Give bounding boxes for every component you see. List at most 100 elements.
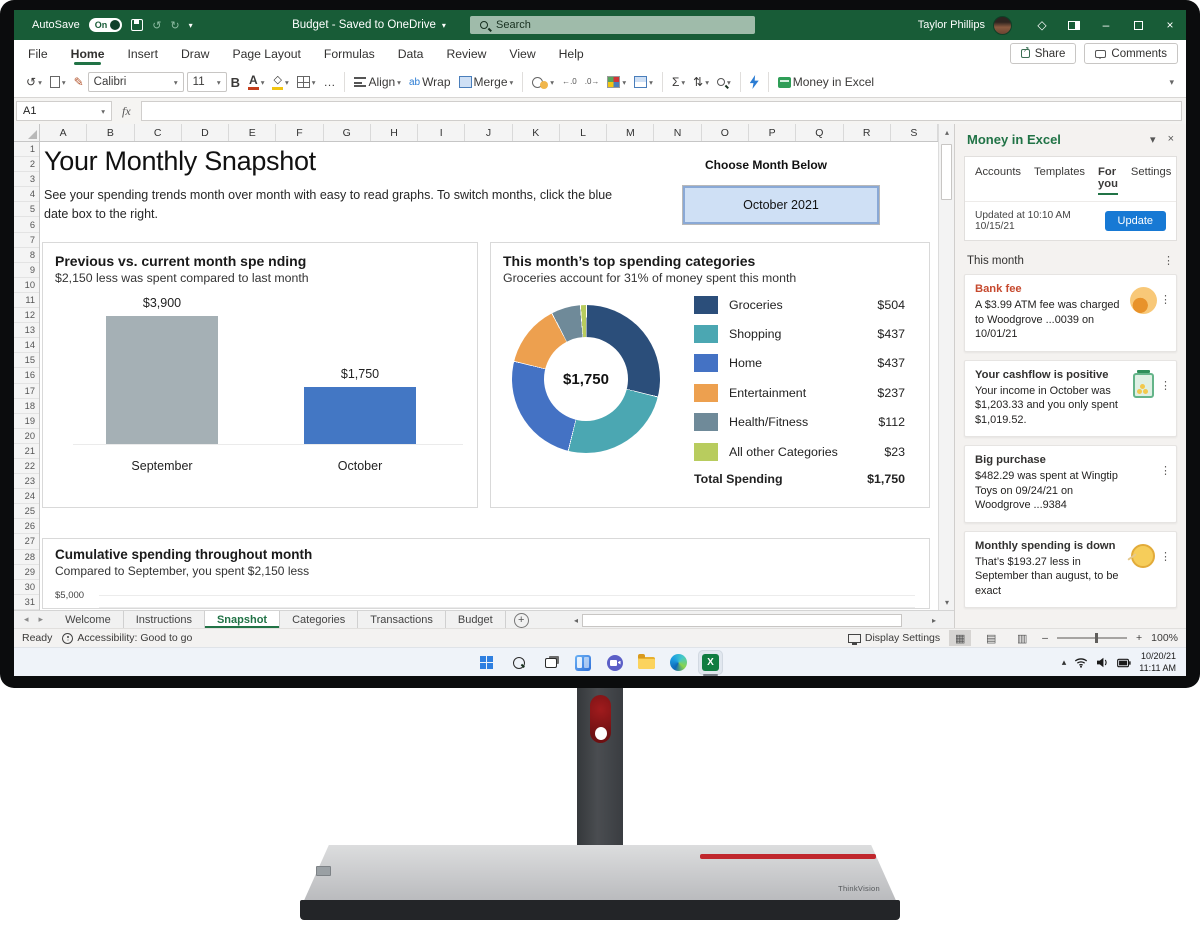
legend-item[interactable]: Home$437 xyxy=(694,349,905,378)
widgets-button[interactable] xyxy=(570,650,595,675)
autosum-button[interactable]: Σ▾ xyxy=(668,69,689,95)
row-header-12[interactable]: 12 xyxy=(14,308,39,323)
start-button[interactable] xyxy=(474,650,499,675)
format-as-table-button[interactable]: ▾ xyxy=(630,69,657,95)
row-header-24[interactable]: 24 xyxy=(14,489,39,504)
restore-button[interactable] xyxy=(1122,10,1154,40)
insight-card[interactable]: Your cashflow is positiveYour income in … xyxy=(964,360,1177,438)
horizontal-scroll-track[interactable] xyxy=(580,614,930,627)
column-header-M[interactable]: M xyxy=(607,124,654,141)
zoom-slider[interactable] xyxy=(1057,637,1127,639)
row-header-20[interactable]: 20 xyxy=(14,429,39,444)
row-header-30[interactable]: 30 xyxy=(14,580,39,595)
row-header-31[interactable]: 31 xyxy=(14,595,39,610)
row-header-17[interactable]: 17 xyxy=(14,384,39,399)
scroll-down-icon[interactable]: ▾ xyxy=(939,594,955,610)
column-header-N[interactable]: N xyxy=(654,124,701,141)
kebab-menu-icon[interactable]: ⋮ xyxy=(1160,283,1171,306)
edge-button[interactable] xyxy=(666,650,691,675)
tab-help[interactable]: Help xyxy=(559,40,584,67)
column-header-F[interactable]: F xyxy=(276,124,323,141)
tab-insert[interactable]: Insert xyxy=(128,40,158,67)
formula-input[interactable] xyxy=(141,101,1182,121)
kebab-menu-icon[interactable]: ⋮ xyxy=(1160,540,1171,563)
column-header-O[interactable]: O xyxy=(702,124,749,141)
row-header-19[interactable]: 19 xyxy=(14,414,39,429)
row-header-21[interactable]: 21 xyxy=(14,444,39,459)
save-icon[interactable] xyxy=(131,19,143,31)
more-formatting-icon[interactable]: … xyxy=(319,69,339,95)
row-header-13[interactable]: 13 xyxy=(14,323,39,338)
user-name[interactable]: Taylor Phillips xyxy=(918,19,985,31)
next-sheet-icon[interactable]: ▸ xyxy=(39,614,44,625)
avatar[interactable] xyxy=(993,16,1012,35)
horizontal-scroll-thumb[interactable] xyxy=(582,614,902,627)
undo-button[interactable]: ↺▾ xyxy=(22,69,46,95)
zoom-in-button[interactable]: + xyxy=(1136,632,1142,644)
sort-filter-button[interactable]: ⇅▾ xyxy=(689,69,713,95)
kebab-menu-icon[interactable]: ⋮ xyxy=(1160,454,1171,477)
row-header-15[interactable]: 15 xyxy=(14,353,39,368)
row-header-16[interactable]: 16 xyxy=(14,368,39,383)
panel-collapse-icon[interactable]: ▾ xyxy=(1150,133,1156,146)
decrease-decimal-icon[interactable]: .0→ xyxy=(581,69,604,95)
row-header-5[interactable]: 5 xyxy=(14,202,39,217)
minimize-button[interactable]: – xyxy=(1090,10,1122,40)
close-button[interactable]: × xyxy=(1154,10,1186,40)
tab-draw[interactable]: Draw xyxy=(181,40,209,67)
comments-button[interactable]: Comments xyxy=(1084,43,1178,64)
share-button[interactable]: Share xyxy=(1010,43,1077,64)
sheet-tab-welcome[interactable]: Welcome xyxy=(53,611,124,628)
column-header-B[interactable]: B xyxy=(87,124,134,141)
display-settings-button[interactable]: Display Settings xyxy=(848,632,940,644)
ribbon-display-options-icon[interactable] xyxy=(1058,10,1090,40)
legend-item[interactable]: All other Categories$23 xyxy=(694,437,905,466)
row-header-26[interactable]: 26 xyxy=(14,519,39,534)
column-header-D[interactable]: D xyxy=(182,124,229,141)
customize-toolbar-icon[interactable]: ▾ xyxy=(189,21,193,30)
panel-tab-templates[interactable]: Templates xyxy=(1034,166,1085,194)
column-header-H[interactable]: H xyxy=(371,124,418,141)
normal-view-button[interactable]: ▦ xyxy=(949,630,971,646)
merge-button[interactable]: Merge▾ xyxy=(455,69,518,95)
row-header-2[interactable]: 2 xyxy=(14,157,39,172)
autosave-toggle[interactable]: On xyxy=(89,18,123,32)
column-header-Q[interactable]: Q xyxy=(796,124,843,141)
align-button[interactable]: Align▾ xyxy=(350,69,404,95)
row-header-3[interactable]: 3 xyxy=(14,172,39,187)
sheet-tab-budget[interactable]: Budget xyxy=(446,611,506,628)
legend-item[interactable]: Groceries$504 xyxy=(694,290,905,319)
column-header-P[interactable]: P xyxy=(749,124,796,141)
row-header-14[interactable]: 14 xyxy=(14,338,39,353)
row-header-28[interactable]: 28 xyxy=(14,550,39,565)
accessibility-status[interactable]: Accessibility: Good to go xyxy=(62,632,192,644)
wrap-button[interactable]: abWrap xyxy=(405,69,455,95)
row-header-18[interactable]: 18 xyxy=(14,399,39,414)
row-header-6[interactable]: 6 xyxy=(14,217,39,232)
ideas-icon[interactable] xyxy=(746,69,763,95)
column-header-C[interactable]: C xyxy=(135,124,182,141)
select-all-corner[interactable] xyxy=(14,124,40,142)
zoom-out-button[interactable]: – xyxy=(1042,632,1048,644)
font-color-button[interactable]: A▾ xyxy=(244,69,268,95)
row-header-1[interactable]: 1 xyxy=(14,142,39,157)
fill-color-button[interactable]: ◇▾ xyxy=(268,69,292,95)
panel-tab-settings[interactable]: Settings xyxy=(1131,166,1171,194)
month-selector[interactable]: October 2021 xyxy=(683,186,879,224)
row-header-29[interactable]: 29 xyxy=(14,565,39,580)
column-header-R[interactable]: R xyxy=(844,124,891,141)
column-header-E[interactable]: E xyxy=(229,124,276,141)
column-header-G[interactable]: G xyxy=(324,124,371,141)
document-title[interactable]: Budget - Saved to OneDrive ▾ xyxy=(269,10,469,40)
font-name-select[interactable]: Calibri▾ xyxy=(88,72,184,92)
battery-icon[interactable] xyxy=(1117,658,1131,668)
column-header-L[interactable]: L xyxy=(560,124,607,141)
insight-card[interactable]: Monthly spending is downThat’s $193.27 l… xyxy=(964,531,1177,609)
taskbar-search-button[interactable] xyxy=(506,650,531,675)
sheet-tab-instructions[interactable]: Instructions xyxy=(124,611,205,628)
row-header-27[interactable]: 27 xyxy=(14,534,39,549)
undo-icon[interactable]: ↺ xyxy=(152,19,161,32)
vertical-scroll-thumb[interactable] xyxy=(941,144,952,200)
row-header-22[interactable]: 22 xyxy=(14,459,39,474)
page-layout-view-button[interactable]: ▤ xyxy=(980,630,1002,646)
